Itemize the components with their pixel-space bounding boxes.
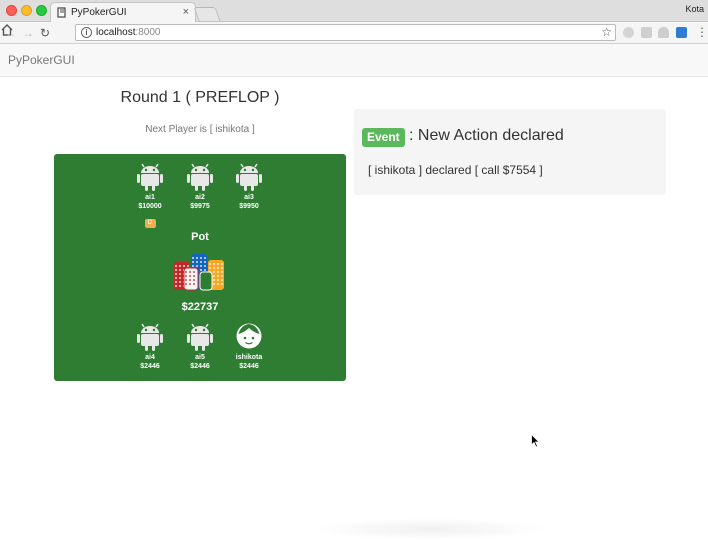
close-window-button[interactable] [6, 5, 17, 16]
page-icon [57, 7, 66, 18]
poker-table: ai1 $10000 D ai2 $9975 ai3 $9950 Pot $22… [54, 154, 346, 381]
chip-stack-icon [174, 254, 224, 291]
face-icon [236, 323, 262, 349]
dealer-button-badge: D [144, 219, 156, 228]
browser-tab[interactable]: PyPokerGUI × [50, 2, 196, 23]
player-name: ai2 [195, 194, 205, 201]
pot-amount: $22737 [181, 301, 219, 313]
maximize-window-button[interactable] [36, 5, 47, 16]
player-name: ai5 [195, 354, 205, 361]
next-player-text: Next Player is [ ishikota ] [145, 124, 255, 135]
bookmark-star-icon[interactable]: ☆ [601, 25, 612, 39]
new-tab-button[interactable] [193, 7, 221, 21]
reload-icon[interactable]: ↻ [40, 25, 50, 41]
bottom-shadow [310, 518, 550, 540]
seat-ai1: ai1 $10000 D [125, 160, 175, 229]
pot-label: Pot [191, 231, 209, 243]
round-title: Round 1 ( PREFLOP ) [120, 89, 280, 106]
player-stack: $2446 [140, 363, 160, 370]
window-titlebar: PyPokerGUI × Kota [0, 0, 708, 23]
android-icon [187, 163, 213, 191]
seat-ishikota: ishikota $2446 [224, 320, 274, 371]
mouse-cursor-icon [531, 434, 540, 448]
browser-toolbar: ← → ↻ i localhost:8000 ☆ ⋮ [0, 22, 708, 44]
url-text[interactable]: localhost:8000 [96, 27, 161, 38]
seat-ai5: ai5 $2446 [175, 320, 225, 371]
tab-title: PyPokerGUI [71, 7, 127, 18]
android-icon [187, 323, 213, 351]
player-name: ai4 [145, 354, 155, 361]
android-icon [236, 163, 262, 191]
seat-ai4: ai4 $2446 [125, 320, 175, 371]
seat-ai2: ai2 $9975 [175, 160, 225, 211]
event-badge: Event [362, 128, 405, 147]
player-stack: $2446 [239, 363, 259, 370]
player-stack: $9950 [239, 203, 259, 210]
player-stack: $9975 [190, 203, 210, 210]
menu-dots-icon[interactable]: ⋮ [696, 25, 708, 39]
extension-icon[interactable] [641, 27, 652, 38]
seat-ai3: ai3 $9950 [224, 160, 274, 211]
app-navbar: PyPokerGUI [0, 44, 708, 77]
player-stack: $10000 [138, 203, 162, 210]
minimize-window-button[interactable] [21, 5, 32, 16]
back-icon[interactable]: ← [5, 25, 17, 41]
info-icon[interactable]: i [81, 27, 92, 38]
brand-link[interactable]: PyPokerGUI [8, 53, 75, 67]
android-icon [137, 163, 163, 191]
forward-icon[interactable]: → [22, 25, 34, 41]
profile-name[interactable]: Kota [685, 4, 704, 14]
extension-icon[interactable] [623, 27, 634, 38]
extension-icon[interactable] [676, 27, 687, 38]
address-bar[interactable]: i localhost:8000 ☆ [75, 24, 616, 41]
player-stack: $2446 [190, 363, 210, 370]
player-name: ai3 [244, 194, 254, 201]
tab-close-icon[interactable]: × [183, 6, 189, 18]
event-message: [ ishikota ] declared [ call $7554 ] [368, 163, 543, 177]
event-title: : New Action declared [409, 127, 564, 144]
event-panel: Event : New Action declared [ ishikota ]… [354, 109, 666, 195]
android-icon [137, 323, 163, 351]
player-name: ai1 [145, 194, 155, 201]
player-name: ishikota [235, 354, 263, 361]
extension-icon[interactable] [658, 27, 669, 38]
